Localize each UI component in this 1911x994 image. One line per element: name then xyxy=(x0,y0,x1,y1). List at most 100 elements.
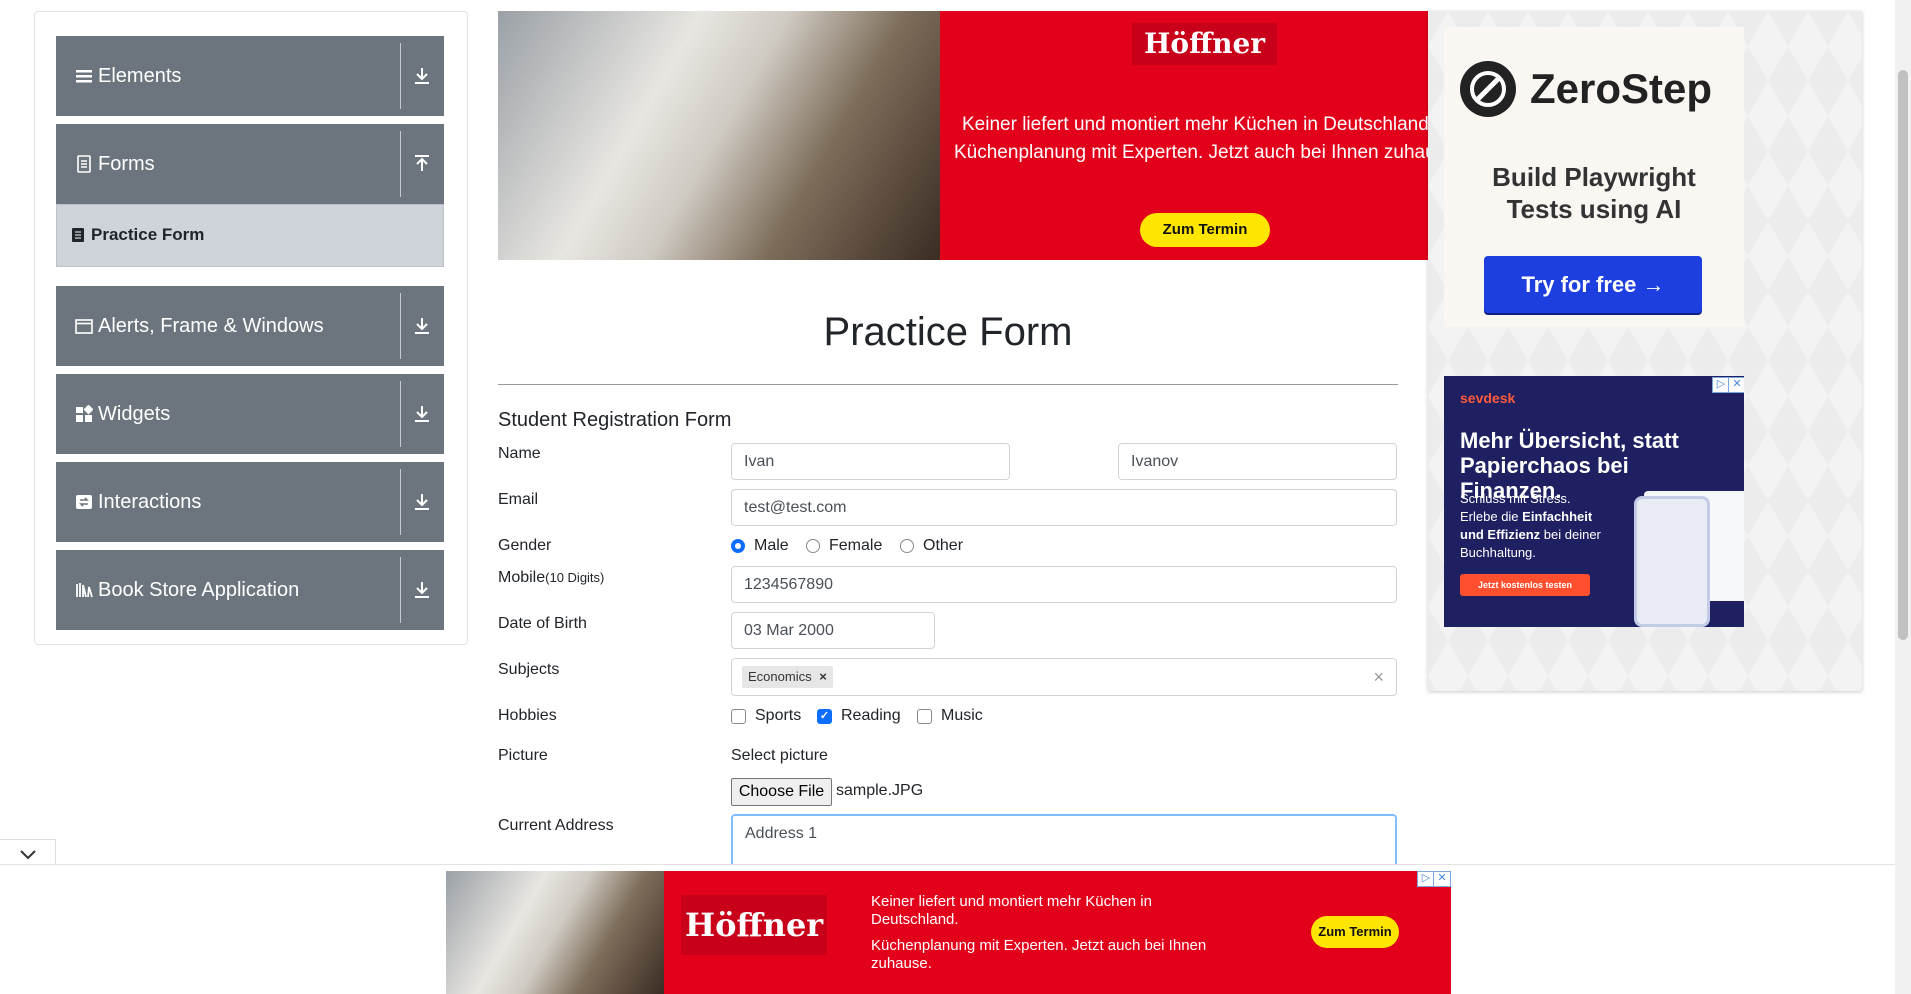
hoffner-top-ad[interactable]: Höffner Keiner liefert und montiert mehr… xyxy=(498,11,1428,260)
gender-other-label[interactable]: Other xyxy=(923,537,963,555)
subjects-label: Subjects xyxy=(498,661,560,678)
zerostep-headline: Build Playwright Tests using AI xyxy=(1444,161,1744,225)
expand-down-icon[interactable] xyxy=(409,65,435,87)
picture-label: Picture xyxy=(498,747,548,764)
widgets-icon xyxy=(76,405,93,422)
sevdesk-subtext: Schluss mit Stress. Erlebe die Einfachhei… xyxy=(1460,490,1620,562)
hobbies-label: Hobbies xyxy=(498,707,557,724)
right-ad-column: ZeroStep Build Playwright Tests using AI… xyxy=(1428,11,1862,691)
window-icon xyxy=(75,319,93,334)
divider xyxy=(400,381,401,447)
gender-female-label[interactable]: Female xyxy=(829,537,882,555)
sidebar-group-label: Elements xyxy=(98,65,182,87)
clear-icon[interactable]: × xyxy=(1373,659,1384,695)
divider xyxy=(400,131,401,197)
ad-text-line-2: Küchenplanung mit Experten. Jetzt auch b… xyxy=(954,142,1428,163)
sidebar-group-label: Forms xyxy=(98,153,155,175)
hoffner-logo: Höffner xyxy=(681,895,827,955)
last-name-input[interactable]: Ivanov xyxy=(1118,443,1397,480)
sevdesk-subtext-bold: und Effizienz xyxy=(1460,527,1541,542)
form-subtitle: Student Registration Form xyxy=(498,409,732,431)
ad-text-line-1: Keiner liefert und montiert mehr Küchen … xyxy=(962,114,1428,135)
email-label: Email xyxy=(498,491,539,508)
hobby-music-checkbox[interactable] xyxy=(917,709,932,724)
expand-down-icon[interactable] xyxy=(409,315,435,337)
hobby-sports-checkbox[interactable] xyxy=(731,709,746,724)
sidebar-group-elements[interactable]: Elements xyxy=(56,36,444,116)
gender-female-radio[interactable] xyxy=(806,539,820,553)
name-label: Name xyxy=(498,445,541,462)
gender-male-label[interactable]: Male xyxy=(754,537,789,555)
file-name: sample.JPG xyxy=(836,782,924,799)
hobby-reading-checkbox[interactable]: ✓ xyxy=(817,709,832,724)
expand-down-icon[interactable] xyxy=(409,579,435,601)
zerostep-ad[interactable]: ZeroStep Build Playwright Tests using AI… xyxy=(1444,27,1744,327)
sidebar-group-alerts[interactable]: Alerts, Frame & Windows xyxy=(56,286,444,366)
dob-label: Date of Birth xyxy=(498,615,587,632)
hoffner-bottom-ad[interactable]: Höffner Keiner liefert und montiert mehr… xyxy=(446,871,1451,994)
hobby-reading-label[interactable]: Reading xyxy=(841,707,901,725)
scrollbar-thumb[interactable] xyxy=(1898,70,1908,640)
sidebar-group-book-store[interactable]: Book Store Application xyxy=(56,550,444,630)
divider xyxy=(498,384,1398,385)
ad-text-line-2: Küchenplanung mit Experten. Jetzt auch b… xyxy=(871,937,1207,972)
document-icon xyxy=(77,155,91,173)
ad-photo xyxy=(498,11,940,260)
sidebar-group-forms[interactable]: Forms xyxy=(56,124,444,204)
collapse-up-icon[interactable] xyxy=(409,153,435,175)
subject-tag-label: Economics xyxy=(748,669,812,684)
ad-text: Keiner liefert und montiert mehr Küchen … xyxy=(954,111,1428,167)
divider xyxy=(400,469,401,535)
divider xyxy=(400,557,401,623)
zerostep-headline-line-2: Tests using AI xyxy=(1506,194,1682,224)
mobile-input[interactable]: 1234567890 xyxy=(731,566,1397,603)
sevdesk-ad[interactable]: ▷ ✕ sevdesk Mehr Übersicht, statt Papier… xyxy=(1444,376,1744,627)
first-name-input[interactable]: Ivan xyxy=(731,443,1010,480)
sidebar-panel: Elements Forms Practice Form Alerts, Fra… xyxy=(34,11,468,645)
interactions-icon xyxy=(76,495,92,509)
page-title: Practice Form xyxy=(823,310,1073,354)
sidebar-group-label: Alerts, Frame & Windows xyxy=(98,315,324,337)
gender-other-radio[interactable] xyxy=(900,539,914,553)
remove-tag-icon[interactable]: × xyxy=(815,669,827,684)
subject-tag: Economics × xyxy=(742,666,833,688)
phone-image xyxy=(1634,496,1710,627)
books-icon xyxy=(76,583,93,598)
sidebar-group-label: Widgets xyxy=(98,403,171,425)
sidebar-group-interactions[interactable]: Interactions xyxy=(56,462,444,542)
sevdesk-cta-button[interactable]: Jetzt kostenlos testen xyxy=(1460,574,1590,596)
email-input[interactable]: test@test.com xyxy=(731,489,1397,526)
gender-male-radio[interactable] xyxy=(731,539,745,553)
zerostep-logo-icon xyxy=(1460,61,1516,117)
sidebar-group-widgets[interactable]: Widgets xyxy=(56,374,444,454)
sevdesk-subtext-bold: Einfachheit xyxy=(1522,509,1593,524)
expand-down-icon[interactable] xyxy=(409,403,435,425)
ad-close-icon[interactable]: ✕ xyxy=(1433,871,1451,887)
ad-photo xyxy=(446,871,664,994)
hoffner-logo: Höffner xyxy=(1132,23,1277,65)
choose-file-button[interactable]: Choose File xyxy=(731,778,832,806)
sevdesk-subtext-part: Schluss mit Stress. xyxy=(1460,491,1571,506)
date-of-birth-input[interactable]: 03 Mar 2000 xyxy=(731,612,935,649)
current-address-label: Current Address xyxy=(498,817,614,834)
select-picture-label: Select picture xyxy=(731,747,828,764)
gender-label: Gender xyxy=(498,537,552,554)
zerostep-headline-line-1: Build Playwright xyxy=(1492,162,1696,192)
ad-close-icon[interactable]: ✕ xyxy=(1728,377,1744,393)
sidebar-item-practice-form[interactable]: Practice Form xyxy=(56,204,444,267)
subjects-input[interactable]: Economics × × xyxy=(731,658,1397,696)
mobile-label-text: Mobile xyxy=(498,569,546,586)
try-for-free-button[interactable]: Try for free → xyxy=(1484,256,1702,313)
zum-termin-button[interactable]: Zum Termin xyxy=(1140,213,1270,247)
mobile-label: Mobile(10 Digits) xyxy=(498,569,604,587)
sevdesk-subtext-part: Erlebe die xyxy=(1460,509,1523,524)
form-icon xyxy=(72,228,84,242)
sevdesk-brand: sevdesk xyxy=(1460,390,1516,406)
expand-down-icon[interactable] xyxy=(409,491,435,513)
menu-icon xyxy=(76,70,92,83)
hobby-sports-label[interactable]: Sports xyxy=(755,707,801,725)
zum-termin-button[interactable]: Zum Termin xyxy=(1311,916,1399,948)
mobile-hint: (10 Digits) xyxy=(545,570,605,585)
hobby-music-label[interactable]: Music xyxy=(941,707,983,725)
zerostep-brand: ZeroStep xyxy=(1530,65,1713,112)
